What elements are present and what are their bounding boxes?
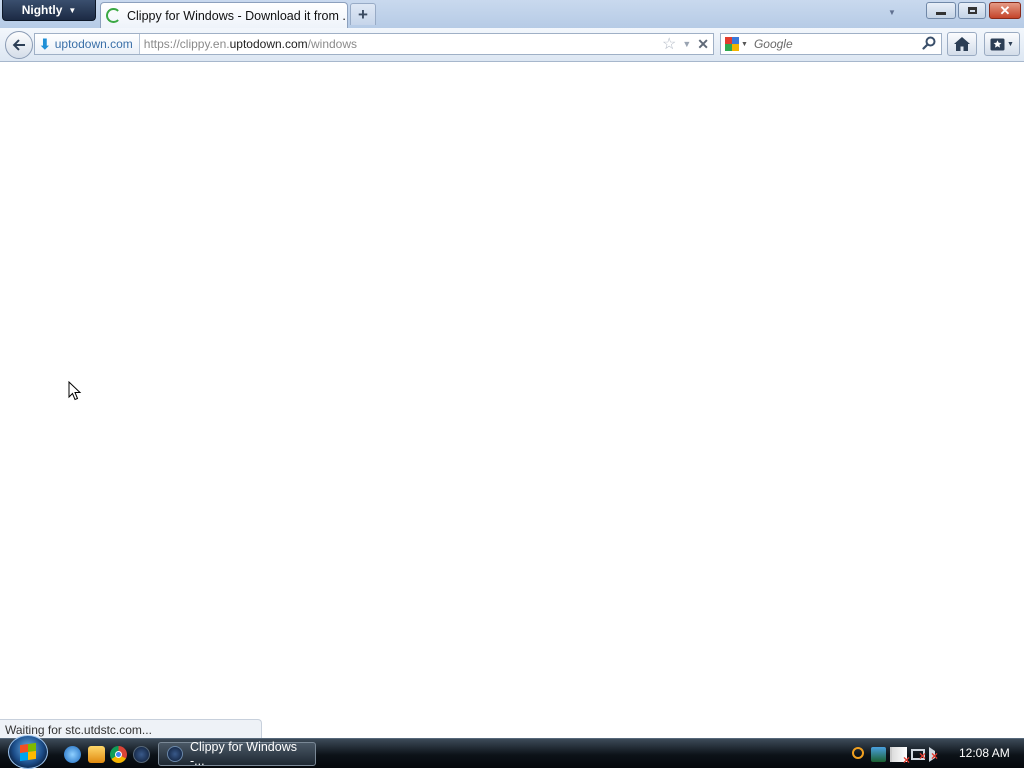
new-tab-button[interactable]: + <box>350 3 376 25</box>
internet-explorer-icon[interactable] <box>64 746 81 763</box>
minimize-button[interactable] <box>926 2 956 19</box>
url-prefix: https://clippy.en. <box>143 37 230 51</box>
restore-button[interactable] <box>958 2 986 19</box>
chrome-icon[interactable] <box>110 746 127 763</box>
url-bar-icons: ☆ ▼ ✕ <box>662 34 709 54</box>
windows-logo-icon <box>20 742 36 762</box>
loading-spinner-icon <box>106 8 121 23</box>
tab-title: Clippy for Windows - Download it from ..… <box>127 8 347 23</box>
site-identity-button[interactable]: ⬇ uptodown.com <box>35 34 140 54</box>
chevron-down-icon: ▼ <box>1007 40 1014 48</box>
network-icon[interactable] <box>911 749 926 763</box>
bookmark-star-icon[interactable]: ☆ <box>662 34 676 54</box>
bookmarks-button[interactable]: ▼ <box>984 32 1020 56</box>
media-player-icon[interactable] <box>88 746 105 763</box>
close-button[interactable]: ✕ <box>989 2 1021 19</box>
stop-icon[interactable]: ✕ <box>697 36 709 53</box>
search-input[interactable] <box>751 36 916 52</box>
minimize-icon <box>936 11 946 15</box>
chevron-down-icon: ▼ <box>888 7 896 17</box>
mouse-cursor-icon <box>68 381 82 401</box>
search-icon[interactable] <box>852 746 864 759</box>
site-identity-label: uptodown.com <box>54 37 133 51</box>
volume-muted-icon[interactable] <box>929 746 938 763</box>
taskbar: Clippy for Windows -... 12:08 AM <box>0 735 1024 769</box>
system-tray <box>852 744 938 767</box>
restore-icon <box>967 7 977 14</box>
url-host: uptodown.com <box>229 37 308 51</box>
start-button[interactable] <box>8 735 48 769</box>
clock[interactable]: 12:08 AM <box>959 746 1010 760</box>
chevron-down-icon: ▼ <box>741 40 748 48</box>
url-path: /windows <box>307 37 358 51</box>
back-button[interactable] <box>5 31 33 59</box>
home-button[interactable] <box>947 32 977 56</box>
history-dropmarker-icon[interactable]: ▼ <box>682 39 691 49</box>
plus-icon: + <box>358 4 368 24</box>
search-engine-selector[interactable]: ▼ <box>721 34 752 54</box>
page-content[interactable] <box>0 62 1024 738</box>
back-arrow-icon <box>12 39 25 51</box>
url-text[interactable]: https://clippy.en.uptodown.com/windows <box>140 37 357 51</box>
firefox-icon <box>167 746 183 762</box>
url-bar[interactable]: ⬇ uptodown.com https://clippy.en.uptodow… <box>34 33 714 55</box>
google-icon <box>725 37 739 51</box>
bookmarks-icon <box>990 38 1005 50</box>
search-go-icon[interactable] <box>922 36 936 50</box>
chevron-down-icon: ▼ <box>68 5 77 15</box>
app-menu-button[interactable]: Nightly ▼ <box>2 0 96 21</box>
tab-active[interactable]: Clippy for Windows - Download it from ..… <box>100 2 348 28</box>
taskbar-window-button[interactable]: Clippy for Windows -... <box>158 740 316 768</box>
tray-app-icon[interactable] <box>871 746 886 762</box>
title-bar: Nightly ▼ Clippy for Windows - Download … <box>0 0 1024 28</box>
status-panel: Waiting for stc.utdstc.com... <box>0 719 262 738</box>
taskbar-window-label: Clippy for Windows -... <box>190 740 297 768</box>
search-bar: ▼ <box>720 33 942 55</box>
tab-list-button[interactable]: ▼ <box>885 4 899 20</box>
uptodown-logo-icon: ⬇ <box>39 36 51 52</box>
app-menu-label: Nightly <box>21 3 63 17</box>
action-center-flag-icon[interactable] <box>890 746 910 767</box>
navigation-toolbar: ⬇ uptodown.com https://clippy.en.uptodow… <box>0 28 1024 62</box>
close-icon: ✕ <box>999 3 1011 18</box>
home-icon <box>954 37 970 51</box>
firefox-icon[interactable] <box>133 746 150 763</box>
